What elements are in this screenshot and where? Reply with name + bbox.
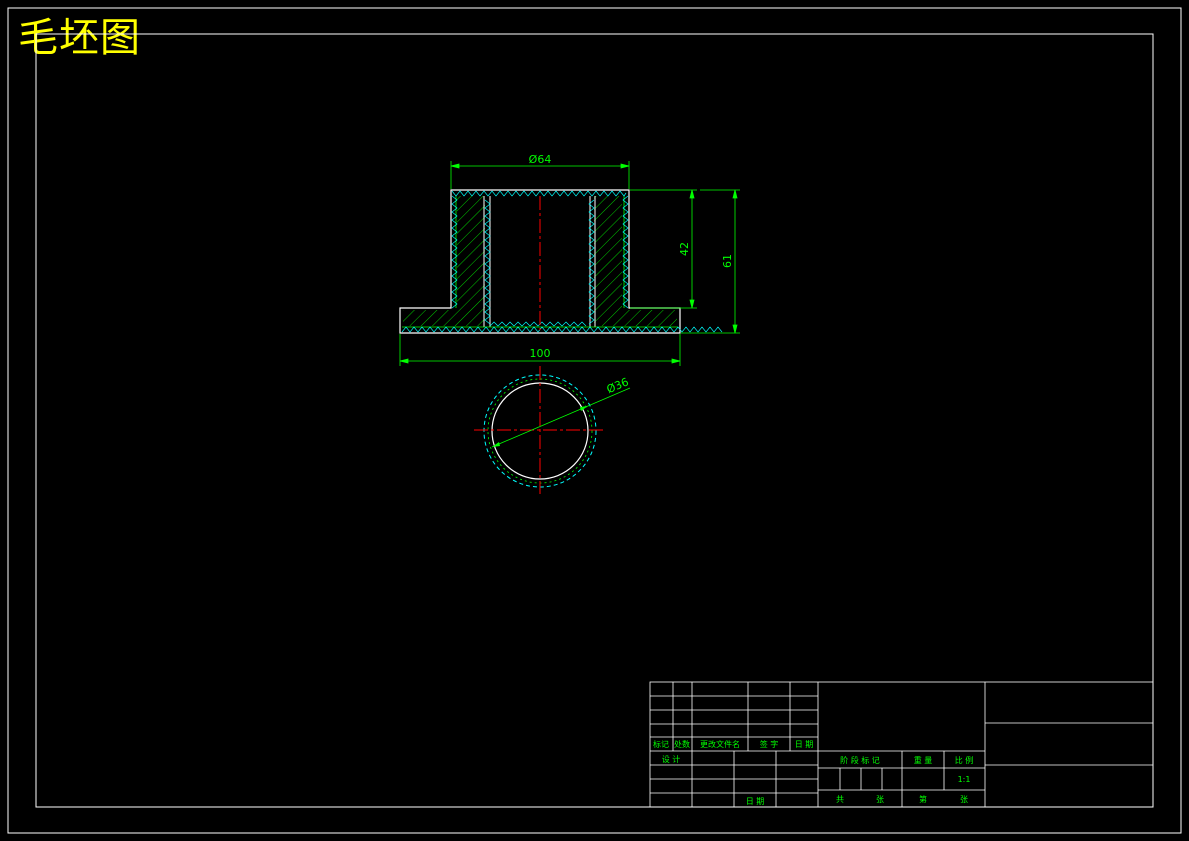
left-wall-hatch (457, 196, 485, 326)
top-allowance (451, 190, 627, 197)
scale-label: 比 例 (955, 755, 974, 765)
dim-top-diameter: Ø64 (529, 153, 552, 166)
total-sheets-label: 共 (836, 795, 844, 804)
sheet-unit-label: 张 (876, 795, 884, 804)
sheet-no-label: 第 (919, 794, 927, 804)
date-label: 日 期 (746, 797, 765, 806)
right-wall-hatch (594, 196, 622, 326)
drawing-sheet: Ø64 42 61 100 Ø36 标记 处数 更改文件名 签 字 日 期 设 … (7, 7, 1182, 834)
diameter-leader (491, 387, 631, 448)
right-flange-hatch (622, 310, 677, 326)
left-flange-hatch (403, 310, 457, 326)
bottom-allowance (401, 326, 723, 333)
sheet-unit-label-2: 张 (960, 795, 968, 804)
rev-header-date: 日 期 (795, 740, 814, 749)
dim-base-width: 100 (530, 347, 551, 360)
section-view (399, 189, 723, 334)
outer-border (7, 7, 1182, 834)
dim-inner-height: 42 (678, 242, 691, 256)
inner-border (35, 33, 1154, 808)
rev-header-sign: 签 字 (760, 739, 779, 749)
stage-mark-label: 阶 段 标 记 (840, 755, 880, 765)
dim-total-height: 61 (721, 254, 734, 268)
rev-header-count: 处数 (674, 739, 690, 749)
rev-header-mark: 标记 (653, 739, 669, 749)
rev-header-doc: 更改文件名 (700, 739, 740, 749)
left-inner-allowance (484, 199, 491, 325)
bore-bottom-allowance (489, 321, 587, 327)
weight-label: 重 量 (914, 755, 933, 765)
design-label: 设 计 (662, 754, 681, 764)
scale-value: 1:1 (958, 775, 971, 784)
